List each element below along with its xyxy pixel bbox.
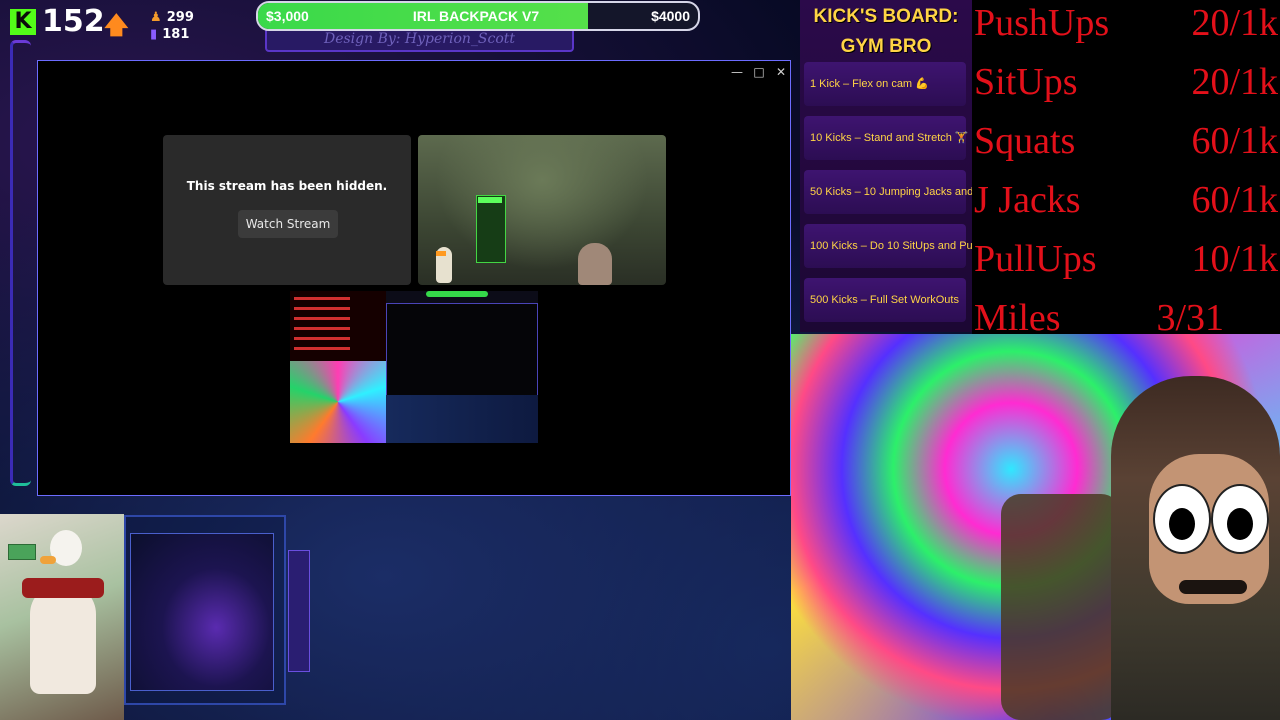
board-item: 10 Kicks – Stand and Stretch 🏋 xyxy=(804,116,969,160)
board-item: 1 Kick – Flex on cam 💪 xyxy=(804,62,966,106)
kick-logo-icon xyxy=(10,9,36,35)
hidden-stream-tile: This stream has been hidden. Watch Strea… xyxy=(163,135,411,285)
close-button[interactable]: ✕ xyxy=(770,62,792,82)
pupil xyxy=(1169,508,1195,540)
character-art xyxy=(0,514,124,720)
chat-panel xyxy=(130,533,274,691)
terminal-header xyxy=(478,197,502,203)
board-item-label: 1 Kick – Flex on cam 💪 xyxy=(810,78,929,90)
counter-value: 60/1k xyxy=(1191,179,1278,221)
counter-pushups: PushUps 20/1k xyxy=(974,0,1278,52)
duck-beak xyxy=(436,251,446,256)
chair xyxy=(1001,494,1121,720)
counter-situps: SitUps 20/1k xyxy=(974,53,1278,111)
mini-goal-bar xyxy=(426,291,488,297)
counter-value: 20/1k xyxy=(1191,61,1278,103)
maximize-button[interactable]: □ xyxy=(748,62,770,82)
goal-target: $4000 xyxy=(651,8,690,24)
counter-value: 10/1k xyxy=(1191,238,1278,280)
kick-board-panel: KICK'S BOARD: GYM BRO EDITION 💪 1 Kick –… xyxy=(800,0,1027,332)
stream-preview-thumbnail[interactable] xyxy=(290,291,538,443)
character-cape xyxy=(22,578,104,598)
overlay-side-tab xyxy=(288,550,310,672)
window-titlebar: — □ ✕ xyxy=(38,61,790,83)
character-beak xyxy=(40,556,56,564)
webcam-feed xyxy=(791,334,1280,720)
board-item-label: 10 Kicks – Stand and Stretch 🏋 xyxy=(810,132,969,144)
bars-icon: ▮ xyxy=(150,27,158,42)
chat-frame xyxy=(124,515,286,705)
character-body xyxy=(30,584,96,694)
stat-value-2: 181 xyxy=(162,27,190,42)
mini-window xyxy=(386,303,538,397)
mini-space-background xyxy=(386,395,538,443)
counter-pullups: PullUps 10/1k xyxy=(974,230,1278,288)
donation-goal-bar: $3,000 IRL BACKPACK V7 $4000 xyxy=(256,1,700,31)
workout-counters: PushUps 20/1k SitUps 20/1k Squats 60/1k J J… xyxy=(972,0,1280,339)
board-item: 500 Kicks – Full Set WorkOuts xyxy=(804,278,966,322)
counter-value: 20/1k xyxy=(1191,2,1278,44)
stream-viewer-window: — □ ✕ This stream has been hidden. Watch… xyxy=(37,60,791,496)
counter-name: PullUps xyxy=(974,238,1097,280)
board-item-label: 500 Kicks – Full Set WorkOuts xyxy=(810,294,959,306)
mini-counter-panel xyxy=(290,291,386,361)
googly-eye-right xyxy=(1211,484,1269,554)
mustache xyxy=(1179,580,1247,594)
pupil xyxy=(1227,508,1253,540)
counter-name: J Jacks xyxy=(974,179,1081,221)
counter-jumping-jacks: J Jacks 60/1k xyxy=(974,171,1278,229)
counter-squats: Squats 60/1k xyxy=(974,112,1278,170)
minimize-button[interactable]: — xyxy=(726,62,748,82)
watch-stream-button[interactable]: Watch Stream xyxy=(238,210,338,238)
streamer-thumbnail xyxy=(578,243,612,285)
stat-row-1: ♟ 299 xyxy=(150,6,202,25)
counter-name: Squats xyxy=(974,120,1076,162)
googly-eye-left xyxy=(1153,484,1211,554)
design-credit: Design By: Hyperion_Scott xyxy=(323,31,516,47)
follower-count: 152 xyxy=(42,4,105,39)
terminal-panel xyxy=(476,195,506,263)
counter-name: SitUps xyxy=(974,61,1078,103)
counter-value: 60/1k xyxy=(1191,120,1278,162)
board-item: 50 Kicks – 10 Jumping Jacks and Squats 🤸 xyxy=(804,170,1027,214)
hidden-stream-message: This stream has been hidden. xyxy=(186,179,388,193)
mini-webcam xyxy=(290,361,386,443)
money-icon xyxy=(8,544,36,560)
overlay-frame-left xyxy=(10,40,31,486)
stat-row-2: ▮ 181 xyxy=(150,23,202,42)
stream-tile-forest[interactable] xyxy=(418,135,666,285)
counter-name: PushUps xyxy=(974,2,1110,44)
up-arrow-icon: 🡅 xyxy=(104,11,129,39)
board-item: 100 Kicks – Do 10 SitUps and PushUps 🏃 xyxy=(804,224,1021,268)
goal-title: IRL BACKPACK V7 xyxy=(412,8,540,24)
